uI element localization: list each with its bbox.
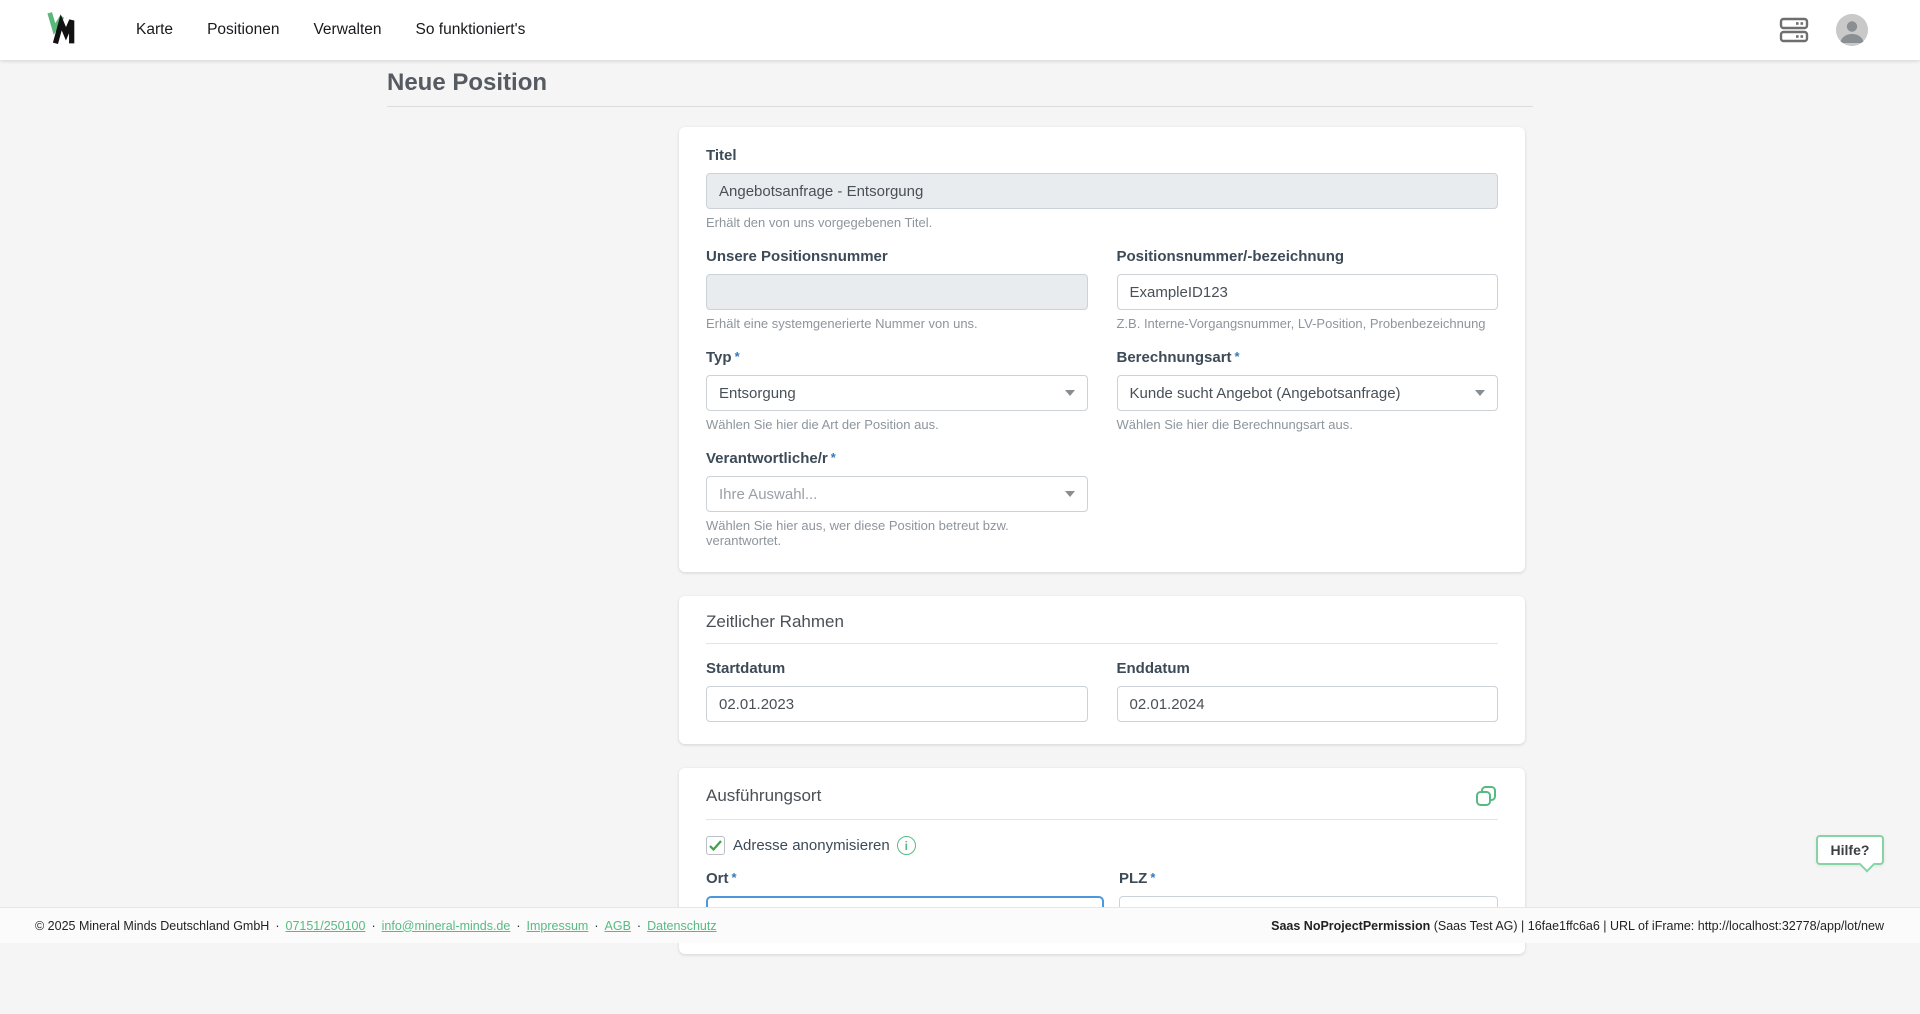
positionsnummer-label: Positionsnummer/-bezeichnung [1117, 248, 1345, 265]
page-footer: © 2025 Mineral Minds Deutschland GmbH · … [0, 907, 1920, 943]
titel-helper: Erhält den von uns vorgegebenen Titel. [706, 215, 1498, 230]
typ-group: Typ* Entsorgung Wählen Sie hier die Art … [706, 349, 1088, 432]
ausfuehrungsort-header: Ausführungsort [706, 784, 1498, 820]
logo-icon [44, 9, 86, 51]
zeitlicher-rahmen-title: Zeitlicher Rahmen [706, 612, 844, 632]
chevron-down-icon [1065, 390, 1075, 396]
typ-helper: Wählen Sie hier die Art der Position aus… [706, 417, 1088, 432]
ausfuehrungsort-title: Ausführungsort [706, 786, 821, 806]
footer-separator: · [275, 919, 279, 933]
titel-input [706, 173, 1498, 209]
mineral-minds-logo[interactable] [44, 9, 86, 51]
main-nav: Karte Positionen Verwalten So funktionie… [136, 21, 525, 39]
copyright-text: © 2025 Mineral Minds Deutschland GmbH [35, 919, 269, 933]
nav-item-verwalten[interactable]: Verwalten [313, 21, 381, 39]
footer-link-email[interactable]: info@mineral-minds.de [382, 919, 511, 933]
berechnungsart-helper: Wählen Sie hier die Berechnungsart aus. [1117, 417, 1499, 432]
enddatum-input[interactable] [1117, 686, 1499, 722]
berechnungsart-group: Berechnungsart* Kunde sucht Angebot (Ang… [1117, 349, 1499, 432]
user-avatar[interactable] [1836, 14, 1868, 46]
footer-separator: · [594, 919, 598, 933]
typ-select-value: Entsorgung [719, 385, 796, 402]
anonymize-label: Adresse anonymisieren [733, 837, 890, 854]
enddatum-label: Enddatum [1117, 660, 1190, 677]
positionsnummer-input[interactable] [1117, 274, 1499, 310]
footer-separator: · [371, 919, 375, 933]
footer-link-datenschutz[interactable]: Datenschutz [647, 919, 716, 933]
verantwortliche-group: Verantwortliche/r* Ihre Auswahl... Wähle… [706, 450, 1088, 548]
plz-label: PLZ* [1119, 870, 1155, 887]
ort-label: Ort* [706, 870, 737, 887]
verantwortliche-select-placeholder: Ihre Auswahl... [719, 486, 817, 503]
titel-label: Titel [706, 147, 737, 164]
anonymize-checkbox[interactable] [706, 836, 725, 855]
chevron-down-icon [1065, 491, 1075, 497]
positionsnummer-helper: Z.B. Interne-Vorgangsnummer, LV-Position… [1117, 316, 1499, 331]
footer-left: © 2025 Mineral Minds Deutschland GmbH · … [35, 919, 717, 933]
verantwortliche-helper: Wählen Sie hier aus, wer diese Position … [706, 518, 1088, 548]
titel-group: Titel Erhält den von uns vorgegebenen Ti… [706, 147, 1498, 230]
help-button[interactable]: Hilfe? [1816, 835, 1884, 865]
footer-link-impressum[interactable]: Impressum [527, 919, 589, 933]
required-asterisk: * [735, 349, 740, 364]
required-asterisk: * [732, 870, 737, 885]
position-details-card: Titel Erhält den von uns vorgegebenen Ti… [679, 127, 1525, 572]
typ-label: Typ* [706, 349, 740, 366]
positionsnummer-group: Positionsnummer/-bezeichnung Z.B. Intern… [1117, 248, 1499, 331]
footer-separator: · [516, 919, 520, 933]
top-navbar: Karte Positionen Verwalten So funktionie… [0, 0, 1920, 60]
required-asterisk: * [1235, 349, 1240, 364]
chevron-down-icon [1475, 390, 1485, 396]
unsere-positionsnummer-input [706, 274, 1088, 310]
title-divider [387, 106, 1533, 107]
berechnungsart-select[interactable]: Kunde sucht Angebot (Angebotsanfrage) [1117, 375, 1499, 411]
unsere-positionsnummer-group: Unsere Positionsnummer Erhält eine syste… [706, 248, 1088, 331]
startdatum-group: Startdatum [706, 660, 1088, 722]
new-position-form: Titel Erhält den von uns vorgegebenen Ti… [679, 127, 1525, 1014]
footer-env-info: (Saas Test AG) | 16fae1ffc6a6 | URL of i… [1430, 919, 1884, 933]
navbar-right [1778, 14, 1868, 46]
checkmark-icon [709, 840, 722, 851]
server-icon[interactable] [1778, 16, 1810, 44]
footer-link-agb[interactable]: AGB [605, 919, 631, 933]
zeitlicher-rahmen-header: Zeitlicher Rahmen [706, 612, 1498, 644]
zeitlicher-rahmen-card: Zeitlicher Rahmen Startdatum Enddatum [679, 596, 1525, 744]
nav-item-positionen[interactable]: Positionen [207, 21, 279, 39]
copy-icon[interactable] [1474, 784, 1498, 808]
anonymize-row: Adresse anonymisieren i [706, 836, 1498, 855]
footer-link-phone[interactable]: 07151/250100 [286, 919, 366, 933]
footer-separator: · [637, 919, 641, 933]
page-title: Neue Position [387, 68, 1533, 98]
footer-right: Saas NoProjectPermission (Saas Test AG) … [1271, 919, 1884, 933]
berechnungsart-label: Berechnungsart* [1117, 349, 1240, 366]
unsere-positionsnummer-label: Unsere Positionsnummer [706, 248, 888, 265]
typ-select[interactable]: Entsorgung [706, 375, 1088, 411]
footer-app-name: Saas NoProjectPermission [1271, 919, 1430, 933]
enddatum-group: Enddatum [1117, 660, 1499, 722]
nav-item-karte[interactable]: Karte [136, 21, 173, 39]
unsere-positionsnummer-helper: Erhält eine systemgenerierte Nummer von … [706, 316, 1088, 331]
nav-item-so-funktionierts[interactable]: So funktioniert's [416, 21, 526, 39]
page-content: Neue Position Titel Erhält den von uns v… [0, 60, 1920, 1014]
verantwortliche-label: Verantwortliche/r* [706, 450, 836, 467]
startdatum-label: Startdatum [706, 660, 785, 677]
info-icon[interactable]: i [897, 836, 916, 855]
startdatum-input[interactable] [706, 686, 1088, 722]
verantwortliche-select[interactable]: Ihre Auswahl... [706, 476, 1088, 512]
berechnungsart-select-value: Kunde sucht Angebot (Angebotsanfrage) [1130, 385, 1401, 402]
required-asterisk: * [1150, 870, 1155, 885]
required-asterisk: * [831, 450, 836, 465]
